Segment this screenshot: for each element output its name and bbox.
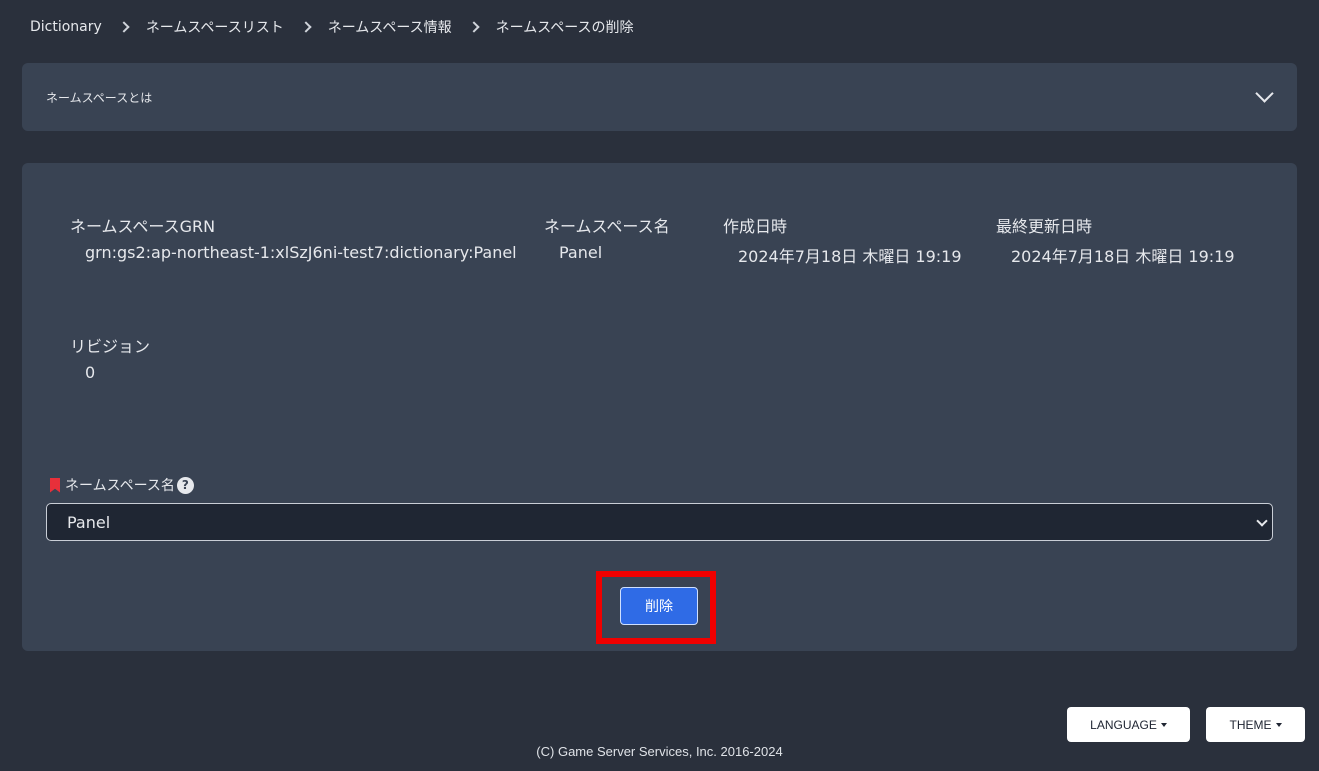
chevron-down-icon[interactable] [1257,87,1271,101]
breadcrumb-item-namespace-delete: ネームスペースの削除 [495,20,634,36]
chevron-down-icon [1256,515,1268,527]
copyright-footer: (C) Game Server Services, Inc. 2016-2024 [536,744,783,759]
grn-value: grn:gs2:ap-northeast-1:xlSzJ6ni-test7:di… [85,243,517,262]
help-icon[interactable]: ? [176,476,194,494]
breadcrumb-item-dictionary[interactable]: Dictionary [30,19,102,35]
revision-label: リビジョン [70,337,151,356]
created-at-value: 2024年7月18日 木曜日 19:19 [738,247,962,266]
namespace-name-select[interactable]: Panel [46,503,1273,541]
chevron-right-icon [467,21,480,33]
grn-label: ネームスペースGRN [70,217,216,236]
chevron-right-icon [118,21,130,33]
revision-field: リビジョン 0 [70,333,150,382]
language-dropdown[interactable]: LANGUAGE [1067,707,1190,742]
updated-at-label: 最終更新日時 [996,217,1093,236]
revision-value: 0 [85,363,96,382]
form-label-text: ネームスペース名 [65,478,175,494]
breadcrumb-item-namespace-list[interactable]: ネームスペースリスト [146,17,284,37]
namespace-name-form-label: ネームスペース名 ? [50,475,194,495]
updated-at-field: 最終更新日時 2024年7月18日 木曜日 19:19 [996,213,1235,267]
about-namespace-title: ネームスペースとは [46,91,153,105]
created-at-field: 作成日時 2024年7月18日 木曜日 19:19 [723,213,962,267]
breadcrumb-item-namespace-info[interactable]: ネームスペース情報 [328,17,452,37]
breadcrumb: Dictionary ネームスペースリスト ネームスペース情報 ネームスペースの… [30,17,634,37]
language-label: LANGUAGE [1090,717,1157,732]
delete-button[interactable]: 削除 [620,587,698,625]
chevron-right-icon [300,21,312,33]
bookmark-icon [50,477,60,493]
theme-label: THEME [1229,717,1272,732]
select-value: Panel [67,512,111,532]
caret-down-icon [1275,722,1282,727]
updated-at-value: 2024年7月18日 木曜日 19:19 [1011,247,1235,266]
about-namespace-panel[interactable]: ネームスペースとは [22,63,1297,131]
caret-down-icon [1160,722,1167,727]
created-at-label: 作成日時 [723,217,788,236]
namespace-delete-card: ネームスペースGRN grn:gs2:ap-northeast-1:xlSzJ6… [22,163,1297,651]
namespace-name-label: ネームスペース名 [544,217,670,236]
namespace-name-value: Panel [559,243,603,262]
theme-dropdown[interactable]: THEME [1206,707,1305,742]
namespace-name-field: ネームスペース名 Panel [544,213,670,262]
grn-field: ネームスペースGRN grn:gs2:ap-northeast-1:xlSzJ6… [70,213,517,262]
